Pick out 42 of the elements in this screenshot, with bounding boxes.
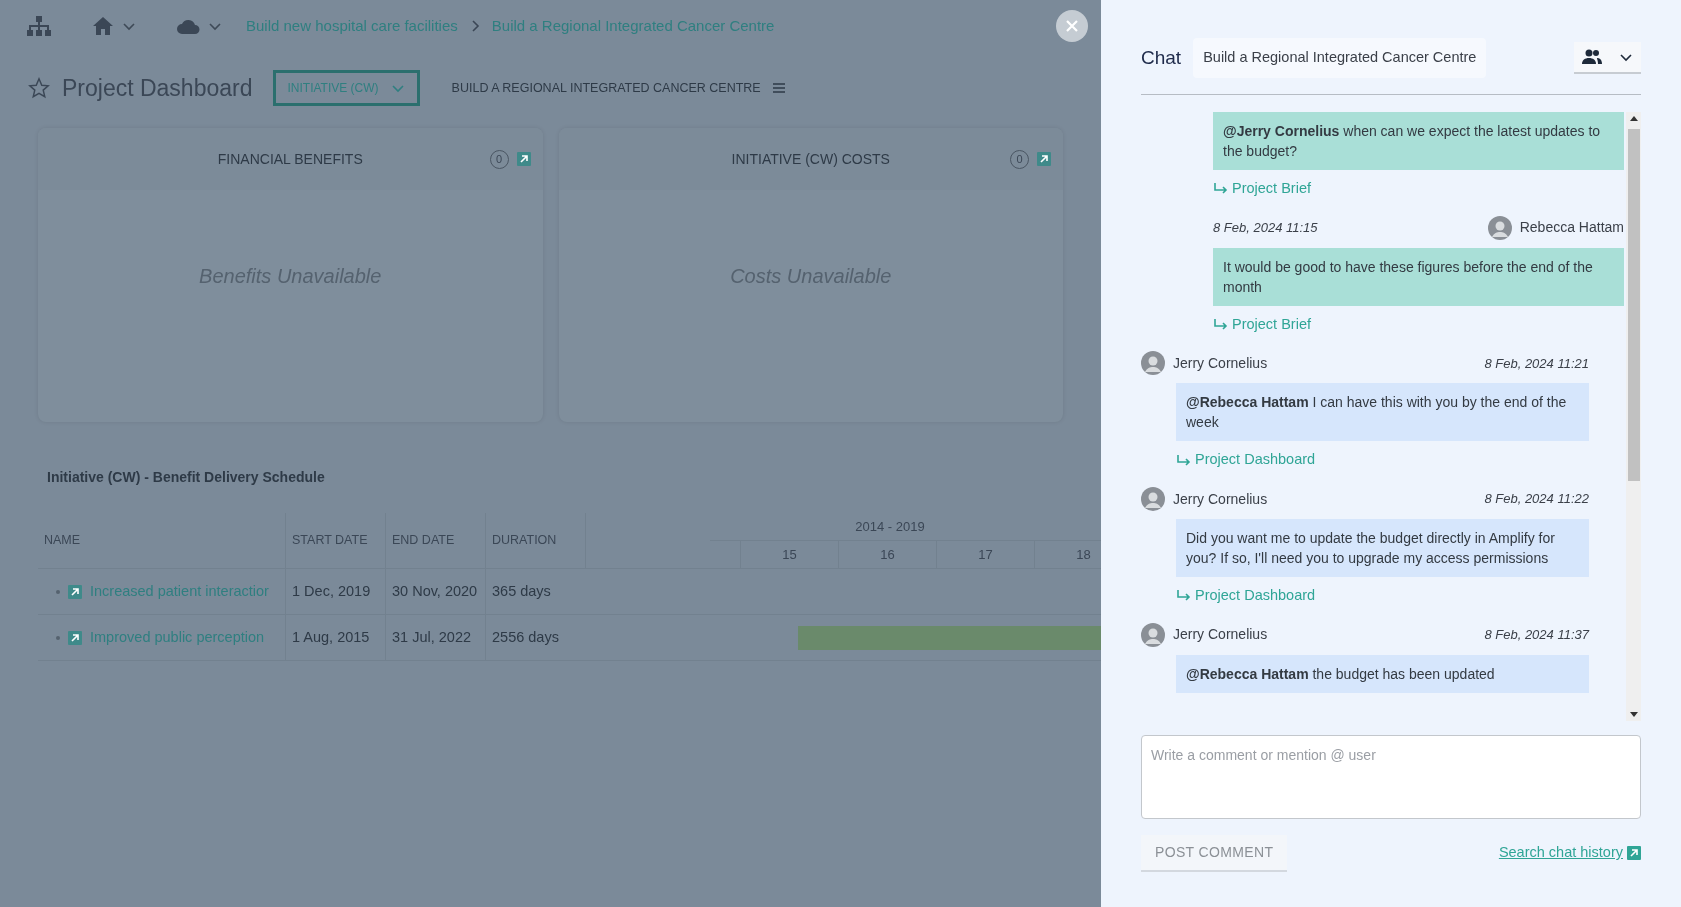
column-header[interactable]: NAME [38, 513, 286, 568]
comment-field[interactable]: Write a comment or mention @ user [1141, 734, 1641, 819]
table-cell: 1 Dec, 2019 [286, 569, 386, 614]
message-time: 8 Feb, 2024 11:15 [1213, 218, 1318, 237]
author-name: Jerry Cornelius [1173, 353, 1268, 373]
author-name: Jerry Cornelius [1173, 489, 1268, 509]
table-cell-text: 2556 days [491, 627, 560, 647]
section-title: Initiative (CW) - Benefit Delivery Schedule [47, 468, 326, 487]
table-cell: 1 Aug, 2015 [286, 615, 386, 660]
table-cell: 30 Nov, 2020 [386, 569, 486, 614]
table-cell: 31 Jul, 2022 [386, 615, 486, 660]
period-label: 2014 - 2019 [854, 517, 926, 536]
topic-label: Build a Regional Integrated Cancer Centre [1193, 38, 1487, 78]
context-link[interactable]: Project Dashboard [1195, 585, 1316, 607]
page-title: Project Dashboard [62, 73, 253, 103]
post-comment-button[interactable]: POST COMMENT [1141, 834, 1288, 872]
year-tick: 16 [880, 545, 895, 564]
author-name: Jerry Cornelius [1173, 625, 1268, 645]
message-time: 8 Feb, 2024 11:22 [1484, 490, 1589, 509]
context-label: BUILD A REGIONAL INTEGRATED CANCER CENTRE [451, 79, 761, 97]
column-header[interactable]: START DATE [286, 513, 386, 568]
message-time: 8 Feb, 2024 11:21 [1484, 354, 1589, 373]
card-title: FINANCIAL BENEFITS [217, 149, 363, 169]
card-title: INITIATIVE (CW) COSTS [731, 149, 890, 169]
year-tick: 15 [782, 545, 797, 564]
sent-message-bubble: @Jerry Cornelius when can we expect the latest updates to the budget? [1213, 111, 1624, 170]
received-message-bubble: @Rebecca Hattam the budget has been updated [1176, 654, 1589, 693]
search-history-link[interactable]: Search chat history [1498, 842, 1623, 865]
year-tick: 18 [1076, 545, 1091, 564]
column-header[interactable]: DURATION [486, 513, 586, 568]
context-link[interactable]: Project Brief [1232, 313, 1311, 336]
context-link[interactable]: Project Brief [1232, 177, 1311, 200]
year-tick: 17 [978, 545, 993, 564]
message-time: 8 Feb, 2024 11:37 [1484, 626, 1589, 644]
chat-title: Chat [1141, 45, 1182, 70]
received-message-bubble: Did you want me to update the budget directly in Amplify for you? If so, I'll need you to upgrade my access permissions [1176, 519, 1589, 577]
received-message-bubble: @Rebecca Hattam I can have this with you by the end of the week [1176, 383, 1589, 442]
sent-message-bubble: It would be good to have these figures before the end of the month [1213, 247, 1624, 306]
table-cell-text: 365 days [491, 581, 552, 601]
column-header[interactable]: END DATE [386, 513, 486, 568]
context-link[interactable]: Project Dashboard [1195, 449, 1316, 471]
author-name: Rebecca Hattam [1519, 218, 1624, 237]
